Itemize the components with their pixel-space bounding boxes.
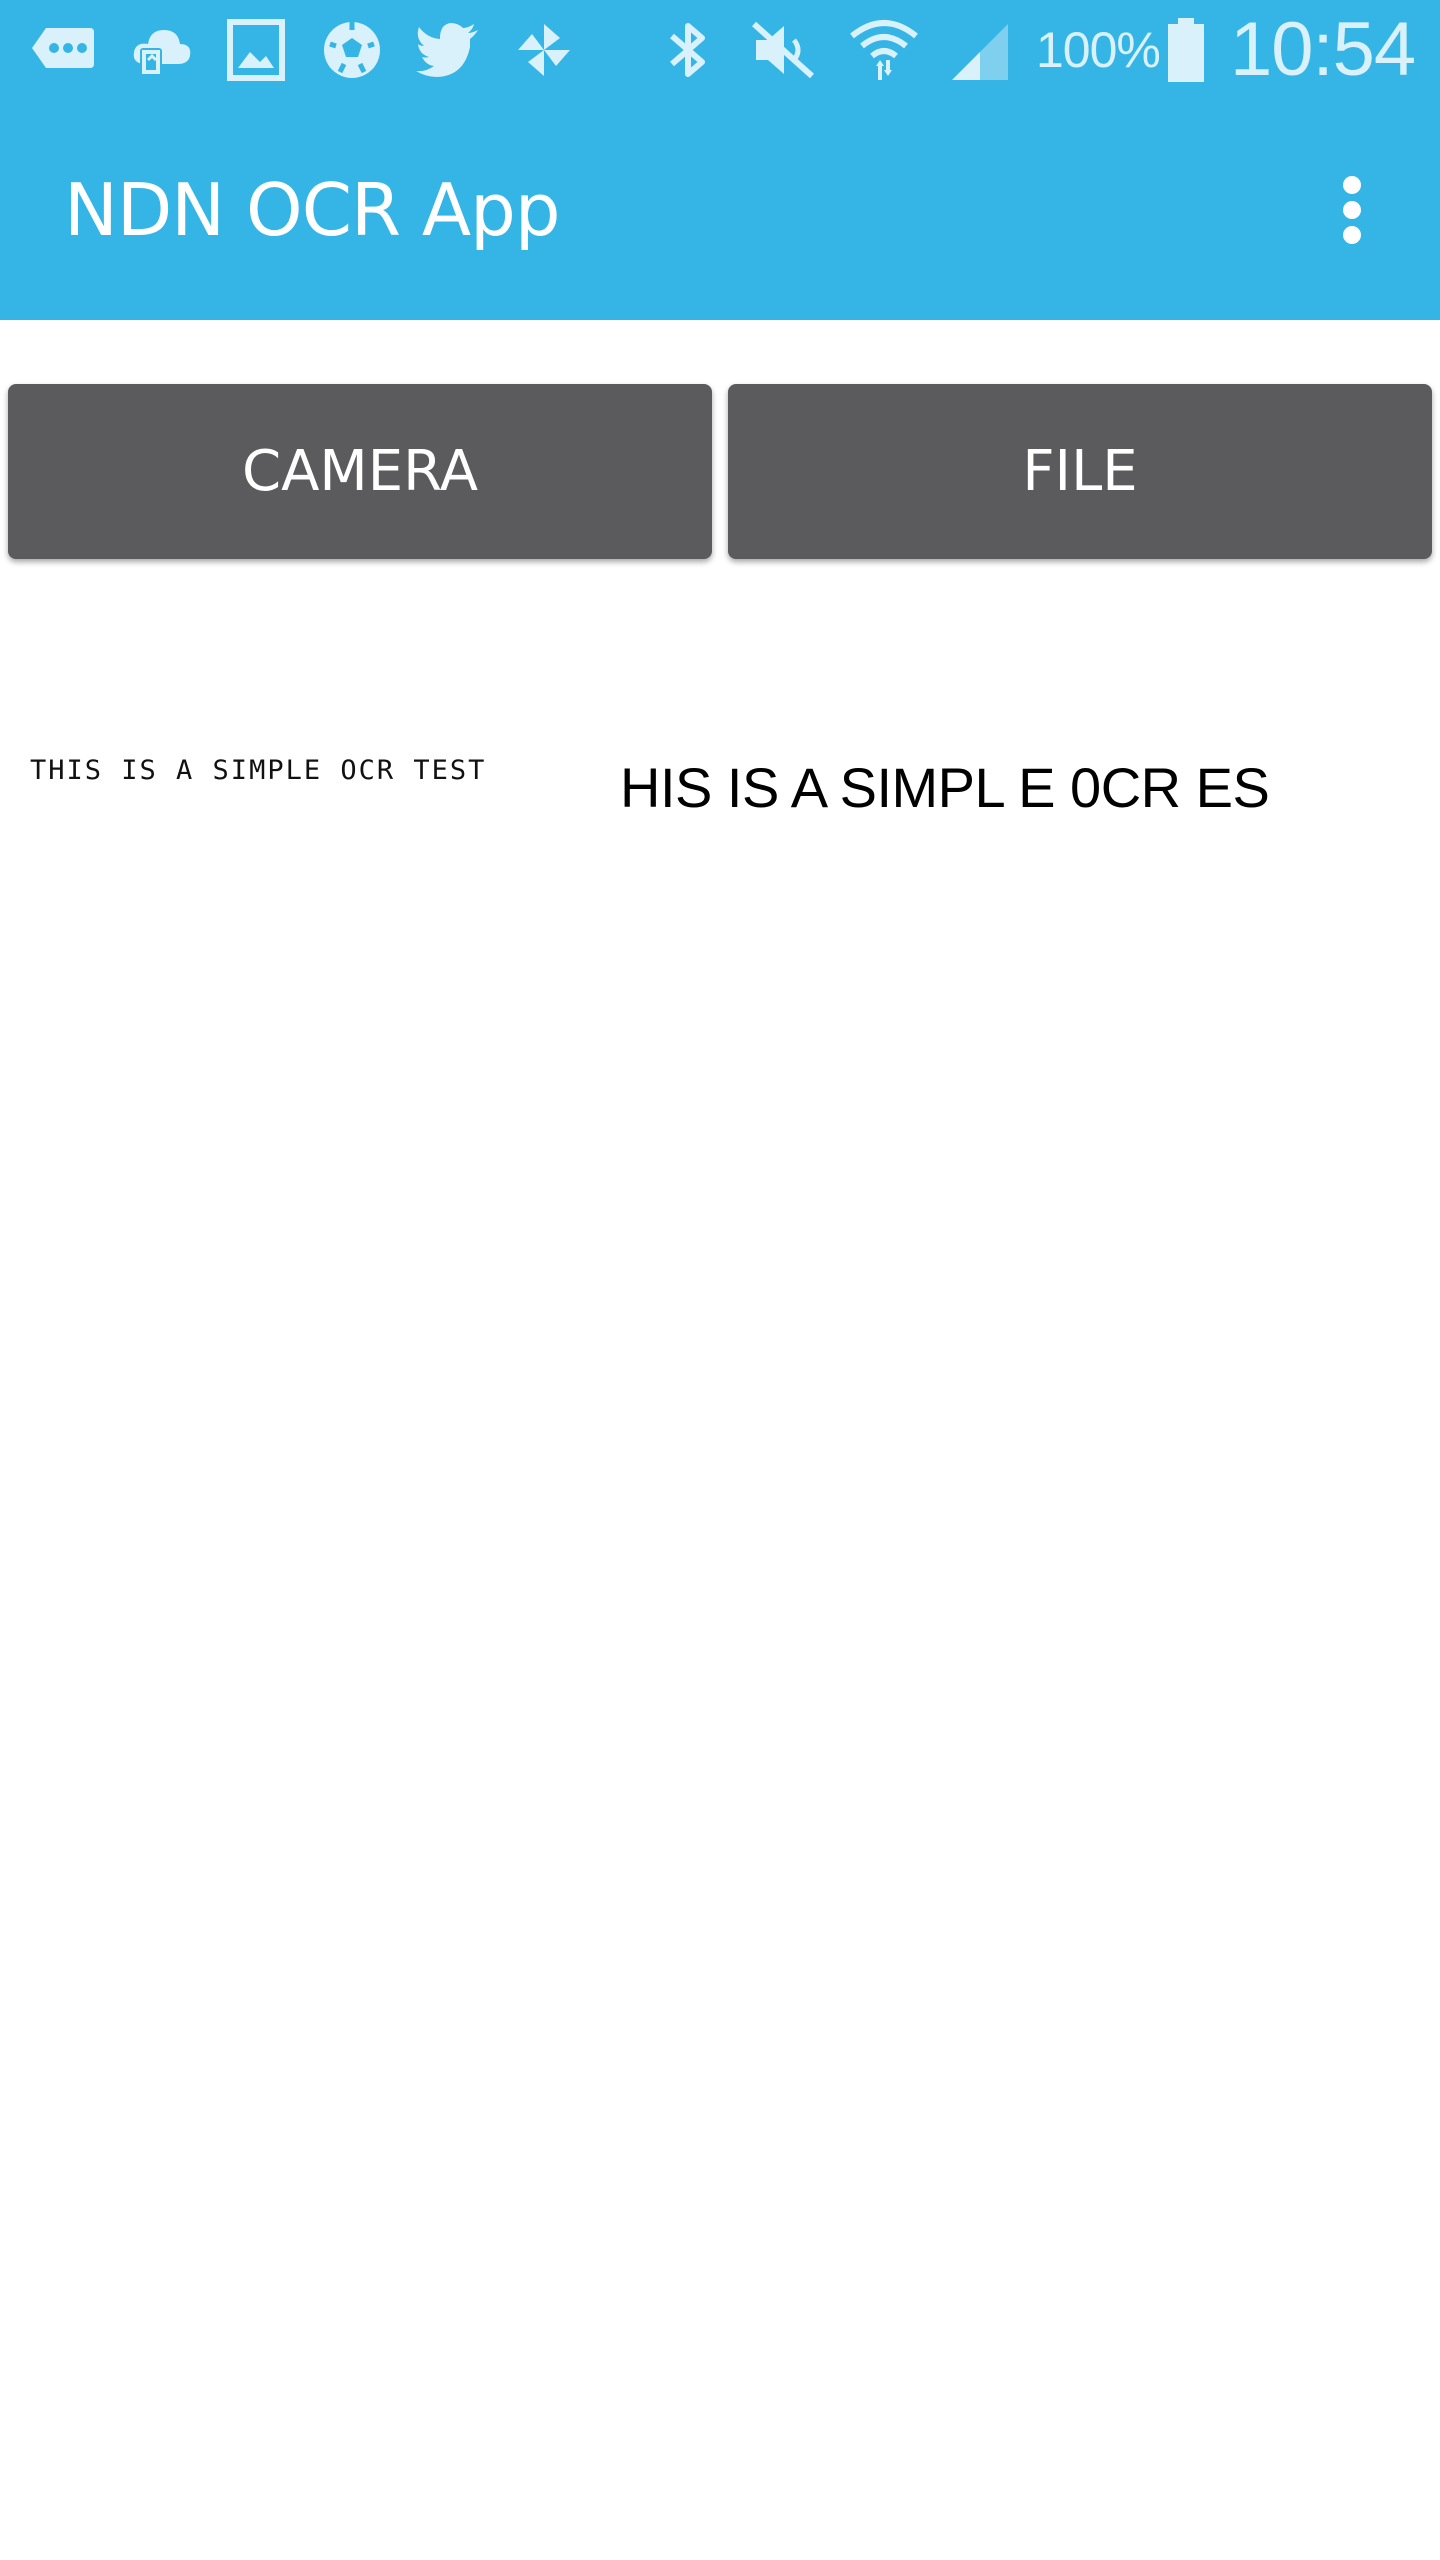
cell-signal-icon bbox=[944, 14, 1016, 86]
app-toolbar: NDN OCR App bbox=[0, 100, 1440, 320]
file-button[interactable]: FILE bbox=[728, 384, 1432, 559]
wifi-icon bbox=[848, 14, 920, 86]
mute-icon bbox=[748, 14, 820, 86]
soccer-ball-icon bbox=[316, 14, 388, 86]
ocr-result-text: HIS IS A SIMPL E 0CR ES bbox=[620, 756, 1270, 819]
source-image: THIS IS A SIMPLE OCR TEST bbox=[30, 740, 510, 800]
bluetooth-icon bbox=[652, 14, 724, 86]
more-vert-icon[interactable] bbox=[1312, 170, 1392, 250]
battery-icon bbox=[1150, 14, 1222, 86]
source-image-text: THIS IS A SIMPLE OCR TEST bbox=[30, 754, 487, 786]
twitter-icon bbox=[412, 14, 484, 86]
camera-button[interactable]: CAMERA bbox=[8, 384, 712, 559]
app-screen: 100% 10:54 NDN OCR App CAMERA FILE THIS … bbox=[0, 0, 1440, 2560]
pinwheel-icon bbox=[508, 14, 580, 86]
toolbar-title: NDN OCR App bbox=[64, 168, 561, 252]
messenger-icon bbox=[28, 14, 100, 86]
battery-percent: 100% bbox=[1036, 22, 1161, 78]
status-bar: 100% 10:54 bbox=[0, 0, 1440, 100]
gallery-icon bbox=[220, 14, 292, 86]
clock: 10:54 bbox=[1230, 7, 1416, 92]
cloud-sync-icon bbox=[124, 14, 196, 86]
